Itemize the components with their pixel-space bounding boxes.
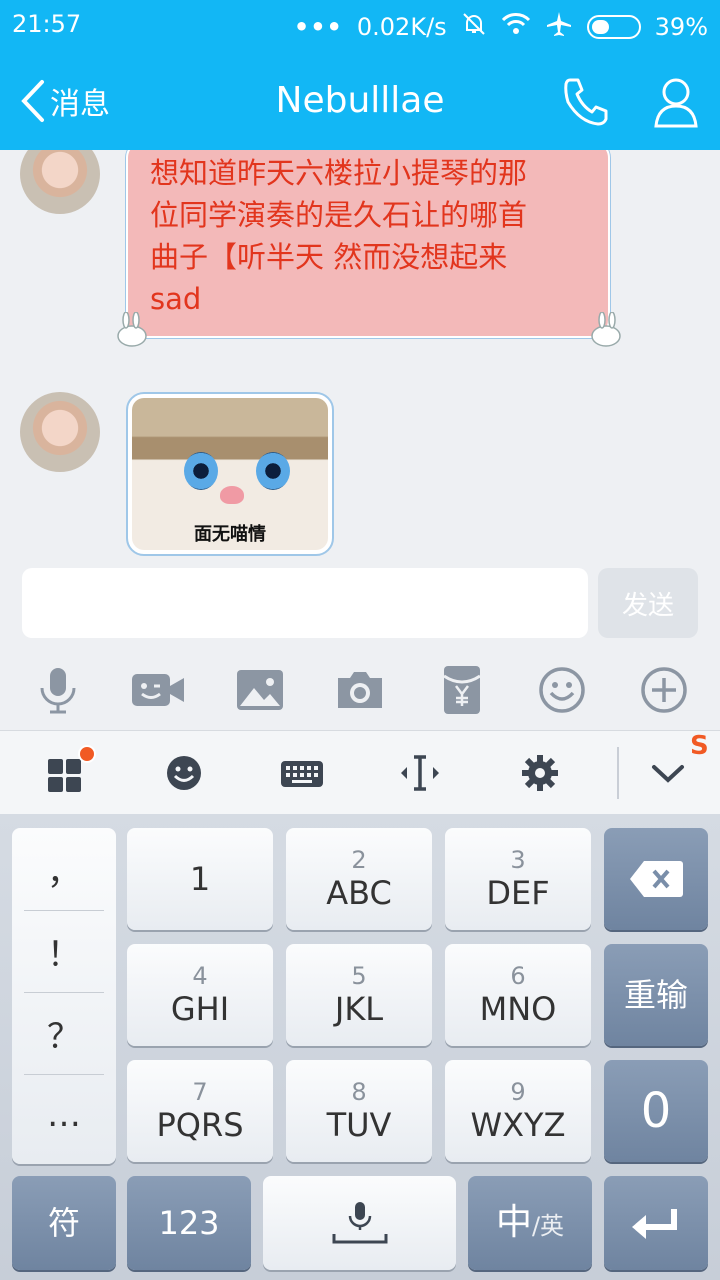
punctuation-column[interactable]: ， ！ ？ … bbox=[12, 828, 116, 1164]
sticker-caption: 面无喵情 bbox=[194, 524, 266, 545]
bubble-bunny-decoration-icon bbox=[112, 311, 152, 348]
voice-space-key[interactable] bbox=[263, 1176, 456, 1270]
keyboard: ， ！ ？ … 1 2 ABC 3 DEF 4 GHI 5 JKL 6 MNO … bbox=[0, 814, 720, 1280]
key-4-ghi[interactable]: 4 GHI bbox=[127, 944, 273, 1046]
emoji-icon[interactable] bbox=[160, 749, 208, 797]
avatar[interactable] bbox=[20, 150, 100, 214]
contact-icon[interactable] bbox=[650, 74, 702, 130]
wifi-icon bbox=[501, 12, 531, 42]
punctuation-key[interactable]: ！ bbox=[12, 912, 116, 990]
delete-button[interactable] bbox=[604, 828, 708, 930]
symbol-key[interactable]: 符 bbox=[12, 1176, 116, 1270]
network-speed: 0.02K/s bbox=[356, 13, 447, 41]
video-call-icon[interactable] bbox=[130, 662, 186, 718]
input-bar: 发送 bbox=[0, 558, 720, 730]
camera-icon[interactable] bbox=[332, 662, 388, 718]
bubble-bunny-decoration-icon bbox=[586, 311, 626, 348]
airplane-icon bbox=[545, 10, 573, 44]
punctuation-key[interactable]: ？ bbox=[12, 994, 116, 1072]
backspace-icon bbox=[630, 861, 683, 897]
more-dots-icon: ••• bbox=[293, 13, 343, 41]
key-8-tuv[interactable]: 8 TUV bbox=[286, 1060, 432, 1162]
plus-icon[interactable] bbox=[636, 662, 692, 718]
key-9-wxyz[interactable]: 9 WXYZ bbox=[445, 1060, 591, 1162]
message-line: 位同学演奏的是久石让的哪首 bbox=[150, 198, 528, 232]
keyboard-icon[interactable] bbox=[278, 749, 326, 797]
message-line: 想知道昨天六楼拉小提琴的那 bbox=[150, 156, 528, 190]
keyboard-toolbar: S bbox=[0, 730, 720, 814]
image-icon[interactable] bbox=[232, 662, 288, 718]
sticker-bubble[interactable]: 面无喵情 bbox=[126, 392, 334, 556]
cursor-icon[interactable] bbox=[396, 749, 444, 797]
message-input[interactable] bbox=[22, 568, 588, 638]
message-line: sad bbox=[150, 282, 202, 316]
settings-icon[interactable] bbox=[516, 749, 564, 797]
red-packet-icon[interactable] bbox=[434, 662, 490, 718]
key-0[interactable]: 0 bbox=[604, 1060, 708, 1162]
message-line: 曲子【听半天 然而没想起来 bbox=[150, 240, 508, 274]
battery-icon bbox=[586, 15, 641, 39]
mute-bell-icon bbox=[461, 11, 487, 43]
key-5-jkl[interactable]: 5 JKL bbox=[286, 944, 432, 1046]
phone-icon[interactable] bbox=[560, 74, 612, 130]
battery-percent: 39% bbox=[654, 13, 708, 41]
key-3-def[interactable]: 3 DEF bbox=[445, 828, 591, 930]
enter-icon bbox=[632, 1209, 677, 1239]
key-7-pqrs[interactable]: 7 PQRS bbox=[127, 1060, 273, 1162]
key-1[interactable]: 1 bbox=[127, 828, 273, 930]
send-button[interactable]: 发送 bbox=[598, 568, 698, 638]
status-time: 21:57 bbox=[12, 10, 82, 38]
microphone-icon[interactable] bbox=[30, 662, 86, 718]
enter-key[interactable] bbox=[604, 1176, 708, 1270]
status-right: ••• 0.02K/s 39% bbox=[294, 10, 708, 44]
status-bar: 21:57 ••• 0.02K/s 39% bbox=[0, 0, 720, 52]
punctuation-key[interactable]: … bbox=[12, 1076, 116, 1154]
chat-toolbar bbox=[0, 662, 720, 718]
collapse-icon[interactable] bbox=[644, 749, 692, 797]
punctuation-key[interactable]: ， bbox=[12, 830, 116, 908]
sogou-logo: S bbox=[690, 731, 709, 761]
chat-title: Nebulllae bbox=[275, 80, 445, 121]
key-6-mno[interactable]: 6 MNO bbox=[445, 944, 591, 1046]
notification-dot bbox=[78, 745, 96, 763]
retype-button[interactable]: 重输 bbox=[604, 944, 708, 1046]
chat-header: 消息 Nebulllae bbox=[0, 52, 720, 150]
microphone-icon bbox=[332, 1202, 387, 1244]
emoji-icon[interactable] bbox=[534, 662, 590, 718]
message-bubble[interactable]: 想知道昨天六楼拉小提琴的那 位同学演奏的是久石让的哪首 曲子【听半天 然而没想起… bbox=[126, 150, 610, 338]
key-2-abc[interactable]: 2 ABC bbox=[286, 828, 432, 930]
numeric-key[interactable]: 123 bbox=[127, 1176, 251, 1270]
cat-sticker-image: 面无喵情 bbox=[132, 398, 328, 550]
avatar[interactable] bbox=[20, 392, 100, 472]
message-list[interactable]: 想知道昨天六楼拉小提琴的那 位同学演奏的是久石让的哪首 曲子【听半天 然而没想起… bbox=[0, 150, 720, 558]
language-switch-key[interactable]: 中 /英 bbox=[468, 1176, 592, 1270]
